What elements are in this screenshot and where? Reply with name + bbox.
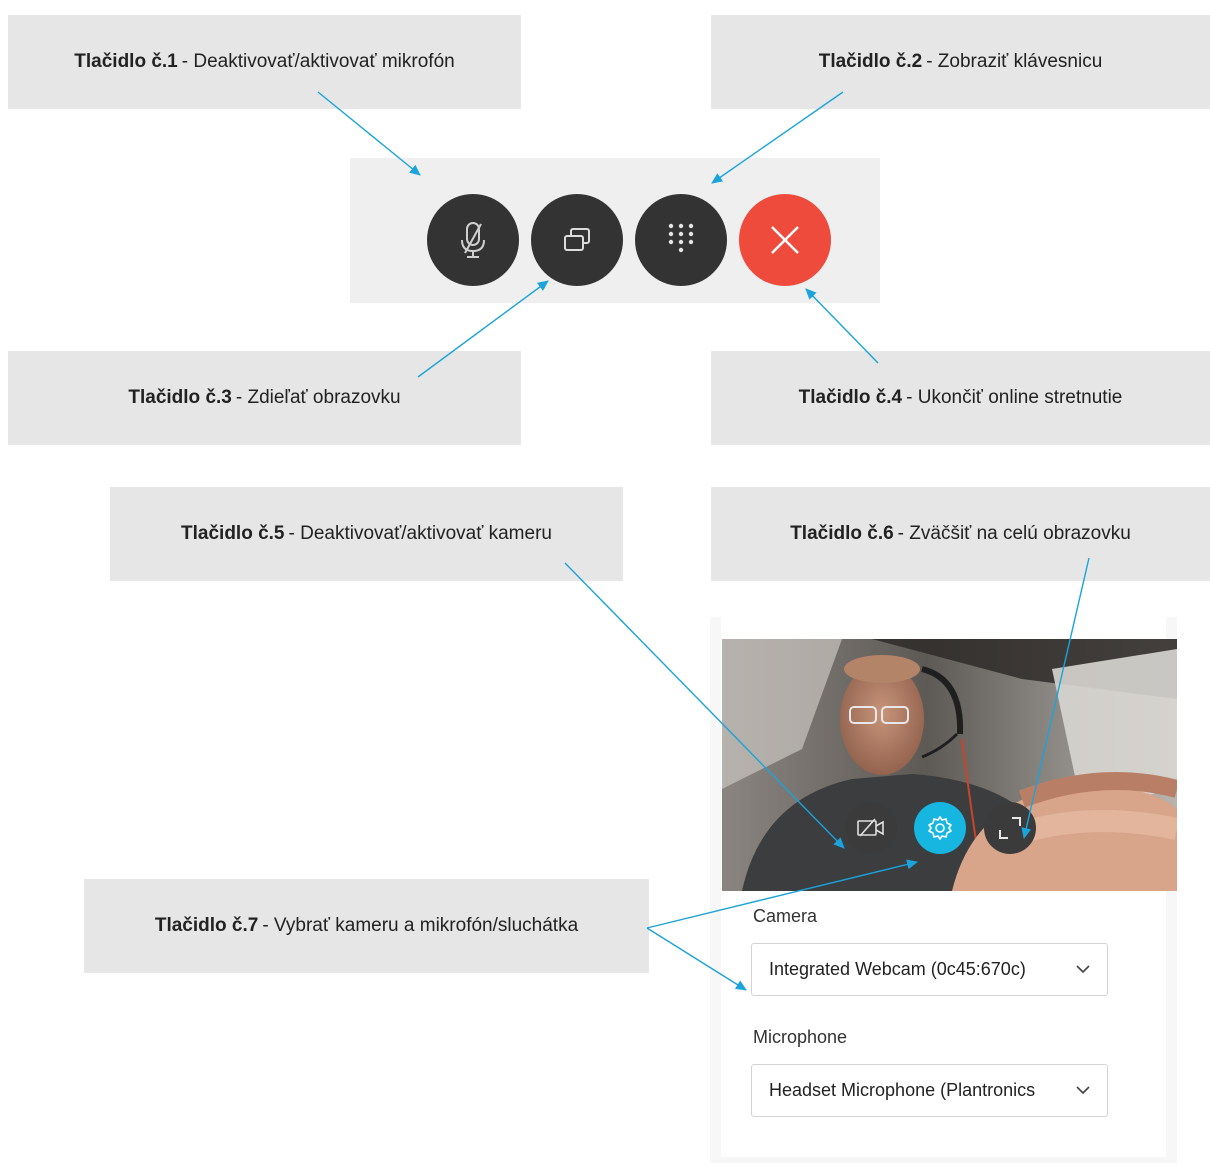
camera-label: Camera	[753, 906, 818, 926]
microphone-off-icon	[461, 222, 485, 258]
share-screen-button[interactable]	[531, 194, 623, 286]
callout-text: - Zdieľať obrazovku	[235, 387, 401, 408]
show-keypad-button[interactable]	[635, 194, 727, 286]
chevron-down-icon	[1076, 1086, 1090, 1095]
callout-title: Tlačidlo č.3	[128, 387, 232, 408]
callout-button-2: Tlačidlo č.2 - Zobraziť klávesnicu	[711, 15, 1210, 109]
fullscreen-button[interactable]	[984, 802, 1036, 854]
callout-text: - Zobraziť klávesnicu	[926, 51, 1103, 72]
expand-icon	[999, 817, 1021, 839]
camera-off-icon	[857, 818, 884, 837]
video-preview	[722, 639, 1177, 891]
video-image	[722, 639, 1177, 891]
callout-title: Tlačidlo č.2	[818, 51, 923, 72]
camera-select-value: Integrated Webcam (0c45:670c)	[769, 959, 1026, 979]
callout-title: Tlačidlo č.7	[154, 915, 259, 936]
microphone-select[interactable]: Headset Microphone (Plantronics	[751, 1064, 1108, 1117]
meeting-toolbar	[350, 158, 880, 303]
chevron-down-icon	[1076, 965, 1090, 974]
callout-text: - Deaktivovať/aktivovať mikrofón	[181, 51, 455, 72]
callout-button-3: Tlačidlo č.3 - Zdieľať obrazovku	[8, 351, 521, 445]
callout-title: Tlačidlo č.1	[74, 51, 178, 72]
share-screen-icon	[564, 228, 590, 251]
camera-off-button[interactable]	[845, 802, 897, 854]
callout-text: - Vybrať kameru a mikrofón/sluchátka	[262, 915, 579, 936]
settings-button[interactable]	[914, 802, 966, 854]
callout-title: Tlačidlo č.4	[798, 387, 903, 408]
callout-text: - Deaktivovať/aktivovať kameru	[288, 523, 552, 544]
callout-button-7: Tlačidlo č.7 - Vybrať kameru a mikrofón/…	[84, 879, 649, 973]
mute-microphone-button[interactable]	[427, 194, 519, 286]
device-settings-panel: Camera Integrated Webcam (0c45:670c) Mic…	[710, 617, 1177, 1163]
callout-button-6: Tlačidlo č.6 - Zväčšiť na celú obrazovku	[711, 487, 1210, 581]
callout-text: - Zväčšiť na celú obrazovku	[897, 523, 1131, 544]
end-meeting-button[interactable]	[739, 194, 831, 286]
microphone-select-value: Headset Microphone (Plantronics	[769, 1080, 1036, 1100]
gear-icon	[928, 816, 952, 840]
callout-text: - Ukončiť online stretnutie	[906, 387, 1123, 408]
callout-title: Tlačidlo č.6	[790, 523, 894, 544]
callout-button-4: Tlačidlo č.4 - Ukončiť online stretnutie	[711, 351, 1210, 445]
close-icon	[771, 226, 799, 254]
callout-button-5: Tlačidlo č.5 - Deaktivovať/aktivovať kam…	[110, 487, 623, 581]
keypad-icon	[668, 223, 694, 253]
callout-title: Tlačidlo č.5	[181, 523, 285, 544]
microphone-label: Microphone	[753, 1027, 848, 1047]
camera-select[interactable]: Integrated Webcam (0c45:670c)	[751, 943, 1108, 996]
callout-button-1: Tlačidlo č.1 - Deaktivovať/aktivovať mik…	[8, 15, 521, 109]
